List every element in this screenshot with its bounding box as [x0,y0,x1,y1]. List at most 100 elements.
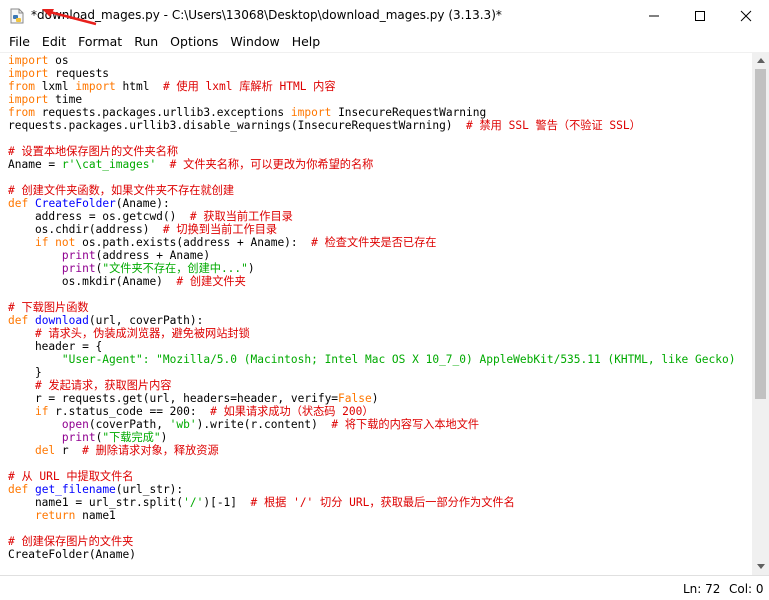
scroll-down-icon [756,564,765,569]
code-line: # 设置本地保存图片的文件夹名称 [8,145,178,158]
code-line: open(coverPath, 'wb').write(r.content) #… [8,418,479,431]
code-line: del r # 删除请求对象，释放资源 [8,444,219,457]
code-line: header = { [8,340,102,353]
code-line: requests.packages.urllib3.disable_warnin… [8,119,641,132]
code-line: # 从 URL 中提取文件名 [8,470,133,483]
code-line: return name1 [8,509,116,522]
code-token: os [48,54,69,67]
code-token: "文件夹不存在，创建中..." [102,262,248,275]
scrollbar-thumb[interactable] [755,69,766,399]
code-line: if r.status_code == 200: # 如果请求成功（状态码 20… [8,405,374,418]
code-line: from requests.packages.urllib3.exception… [8,106,486,119]
code-token: def [8,483,29,496]
maximize-button[interactable] [677,0,723,31]
menu-run[interactable]: Run [128,31,164,52]
code-line: Aname = r'\cat_images' # 文件夹名称，可以更改为你希望的… [8,158,373,171]
window-title: *download_mages.py - C:\Users\13068\Desk… [31,8,502,22]
code-token: open [61,418,89,431]
maximize-icon [695,10,705,21]
vertical-scrollbar[interactable] [752,52,769,575]
code-editor[interactable]: import os import requests from lxml impo… [0,52,752,576]
code-line: os.chdir(address) # 切换到当前工作目录 [8,223,277,236]
code-token: "下载完成" [102,431,161,444]
menu-edit[interactable]: Edit [36,31,72,52]
code-token: os.mkdir(Aname) [8,275,177,288]
code-token: get_filename [34,483,116,496]
code-token: download [34,314,89,327]
code-line: "User-Agent": "Mozilla/5.0 (Macintosh; I… [8,353,736,366]
title-bar[interactable]: *download_mages.py - C:\Users\13068\Desk… [0,0,769,31]
code-token: import [75,80,116,93]
code-line: # 创建文件夹函数，如果文件夹不存在就创建 [8,184,234,197]
code-line: # 创建保存图片的文件夹 [8,535,133,548]
code-line: from lxml import html # 使用 lxml 库解析 HTML… [8,80,336,93]
code-token: r'\cat_images' [61,158,157,171]
code-token: os.chdir(address) [8,223,163,236]
code-line: import os [8,54,69,67]
code-token: name1 [75,509,116,522]
code-token: lxml [34,80,76,93]
code-line: import time [8,93,82,106]
code-token: '/' [183,496,204,509]
code-line: def CreateFolder(Aname): [8,197,170,210]
code-token: (url, coverPath): [88,314,204,327]
code-line: print("下载完成") [8,431,167,444]
scroll-down-button[interactable] [752,558,769,575]
code-token: ) [160,431,168,444]
code-token: (url_str): [115,483,184,496]
minimize-button[interactable] [631,0,677,31]
code-token: # 创建文件夹函数，如果文件夹不存在就创建 [8,184,235,197]
code-token: requests.packages.urllib3.disable_warnin… [8,119,467,132]
code-line: def get_filename(url_str): [8,483,183,496]
code-token: } [8,366,42,379]
code-token: def [8,314,29,327]
code-token: # 将下载的内容写入本地文件 [331,418,480,431]
code-token: print [61,431,96,444]
code-token: # 切换到当前工作目录 [162,223,278,236]
menu-format[interactable]: Format [72,31,128,52]
close-icon [740,10,752,21]
code-token: # 从 URL 中提取文件名 [8,470,134,483]
code-line: address = os.getcwd() # 获取当前工作目录 [8,210,293,223]
code-token: import [8,93,49,106]
code-token: False [338,392,372,405]
scroll-up-button[interactable] [752,52,769,69]
code-token: def [8,197,29,210]
code-token: # 下载图片函数 [8,301,89,314]
menu-options[interactable]: Options [164,31,224,52]
status-column-number: Col: 0 [729,582,764,596]
code-token: 'wb' [169,418,197,431]
code-line: # 发起请求，获取图片内容 [8,379,172,392]
code-token: # 创建文件夹 [176,275,246,288]
menu-bar: File Edit Format Run Options Window Help [0,31,769,52]
menu-file[interactable]: File [0,31,36,52]
close-button[interactable] [723,0,769,31]
code-line: # 请求头，伪装成浏览器，避免被网站封锁 [8,327,250,340]
code-token: # 检查文件夹是否已存在 [311,236,437,249]
menu-help[interactable]: Help [286,31,327,52]
code-token: time [48,93,83,106]
code-token: from [8,106,35,119]
code-token: ).write(r.content) [196,418,332,431]
code-token: # 如果请求成功（状态码 200） [210,405,374,418]
code-line: } [8,366,42,379]
code-token: InsecureRequestWarning [331,106,487,119]
code-token: if [34,405,49,418]
menu-window[interactable]: Window [224,31,285,52]
code-line: CreateFolder(Aname) [8,548,136,561]
code-token: )[-1] [203,496,251,509]
code-token: # 文件夹名称，可以更改为你希望的名称 [169,158,374,171]
code-line: name1 = url_str.split('/')[-1] # 根据 '/' … [8,496,515,509]
code-token: # 使用 lxml 库解析 HTML 内容 [162,80,336,93]
code-token: r [55,444,83,457]
